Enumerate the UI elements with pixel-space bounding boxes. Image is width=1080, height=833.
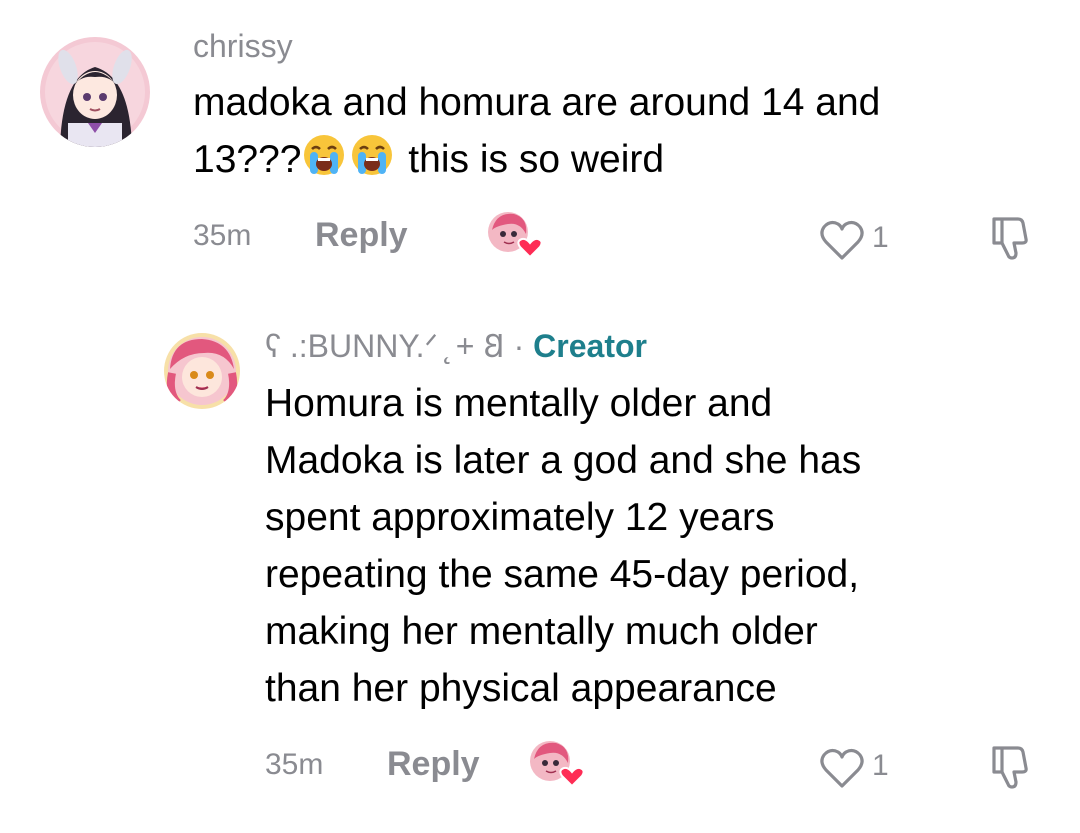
comment-timestamp: 35m xyxy=(193,219,252,252)
loudly-crying-face-icon xyxy=(301,132,347,178)
reply-text-line: repeating the same 45-day period, xyxy=(265,553,860,596)
avatar-image xyxy=(40,37,150,147)
comment-text-line-2: 13??? this is so weird xyxy=(193,131,880,188)
like-count: 1 xyxy=(872,749,889,782)
reply-username[interactable]: ʕ .:BUNNY.ᐟ ̨ + 𐐒 xyxy=(265,328,505,364)
creator-liked-badge xyxy=(528,739,585,788)
like-count: 1 xyxy=(872,221,889,254)
reply-text-line: Madoka is later a god and she has xyxy=(265,439,862,482)
reply-text: Homura is mentally older and Madoka is l… xyxy=(265,375,861,717)
reply-text-line: making her mentally much older xyxy=(265,610,818,653)
creator-liked-badge xyxy=(486,210,543,259)
avatar[interactable] xyxy=(164,333,240,409)
heart-outline-icon[interactable] xyxy=(818,218,866,262)
avatar[interactable] xyxy=(40,37,150,147)
comment-username[interactable]: chrissy xyxy=(193,26,293,66)
thumbs-down-icon[interactable] xyxy=(988,213,1034,261)
creator-badge: Creator xyxy=(533,328,647,364)
heart-outline-icon[interactable] xyxy=(818,746,866,790)
comment-text-suffix: this is so weird xyxy=(397,138,665,181)
avatar-image xyxy=(164,333,240,409)
reply-text-line: Homura is mentally older and xyxy=(265,382,773,425)
reply-username-row: ʕ .:BUNNY.ᐟ ̨ + 𐐒 · Creator xyxy=(265,326,647,366)
thumbs-down-icon[interactable] xyxy=(988,742,1034,790)
reply-text-line: than her physical appearance xyxy=(265,667,777,710)
reply-text-line: spent approximately 12 years xyxy=(265,496,775,539)
comment-text: madoka and homura are around 14 and 13??… xyxy=(193,74,880,188)
reply-button[interactable]: Reply xyxy=(315,215,408,255)
comment-text-line-1: madoka and homura are around 14 and xyxy=(193,81,881,124)
comment-text-prefix: 13??? xyxy=(193,138,302,181)
comment-timestamp: 35m xyxy=(265,748,324,781)
loudly-crying-face-icon xyxy=(349,132,395,178)
separator-dot: · xyxy=(504,328,534,364)
reply-button[interactable]: Reply xyxy=(387,744,480,784)
